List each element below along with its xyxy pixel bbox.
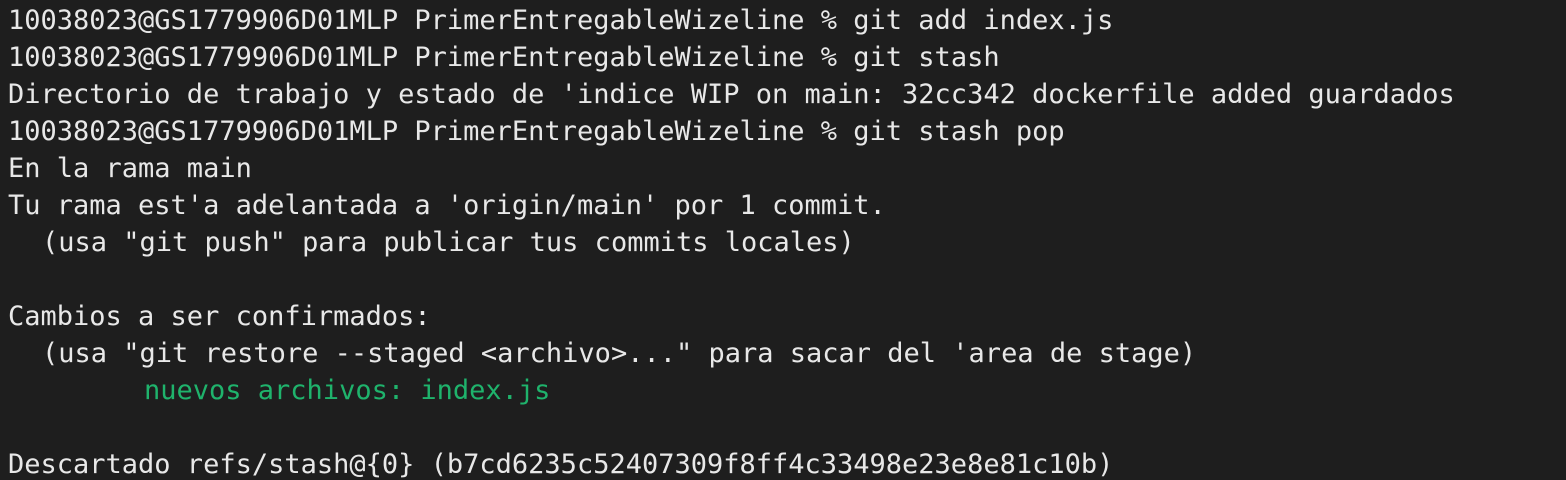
shell-prompt: 10038023@GS1779906D01MLP PrimerEntregabl… bbox=[8, 42, 854, 73]
terminal-output: 10038023@GS1779906D01MLP PrimerEntregabl… bbox=[8, 2, 1566, 480]
command-line: 10038023@GS1779906D01MLP PrimerEntregabl… bbox=[8, 113, 1566, 150]
hint-line: (usa "git restore --staged <archivo>..."… bbox=[42, 338, 1197, 369]
hint-line: (usa "git push" para publicar tus commit… bbox=[42, 227, 855, 258]
output-line: Tu rama est'a adelantada a 'origin/main'… bbox=[8, 190, 886, 221]
command-text: git add index.js bbox=[853, 5, 1114, 36]
command-line: 10038023@GS1779906D01MLP PrimerEntregabl… bbox=[8, 39, 1566, 76]
command-line: 10038023@GS1779906D01MLP PrimerEntregabl… bbox=[8, 2, 1566, 39]
command-text: git stash pop bbox=[853, 116, 1065, 147]
command-text: git stash bbox=[853, 42, 1000, 73]
shell-prompt: 10038023@GS1779906D01MLP PrimerEntregabl… bbox=[8, 5, 854, 36]
output-line: Cambios a ser confirmados: bbox=[8, 301, 431, 332]
terminal-window[interactable]: 10038023@GS1779906D01MLP PrimerEntregabl… bbox=[0, 0, 1566, 480]
staged-file-line: nuevos archivos: index.js bbox=[144, 375, 551, 406]
output-line: Descartado refs/stash@{0} (b7cd6235c5240… bbox=[8, 449, 1114, 480]
output-line: Directorio de trabajo y estado de 'indic… bbox=[8, 79, 1455, 110]
output-line: En la rama main bbox=[8, 153, 252, 184]
shell-prompt: 10038023@GS1779906D01MLP PrimerEntregabl… bbox=[8, 116, 854, 147]
